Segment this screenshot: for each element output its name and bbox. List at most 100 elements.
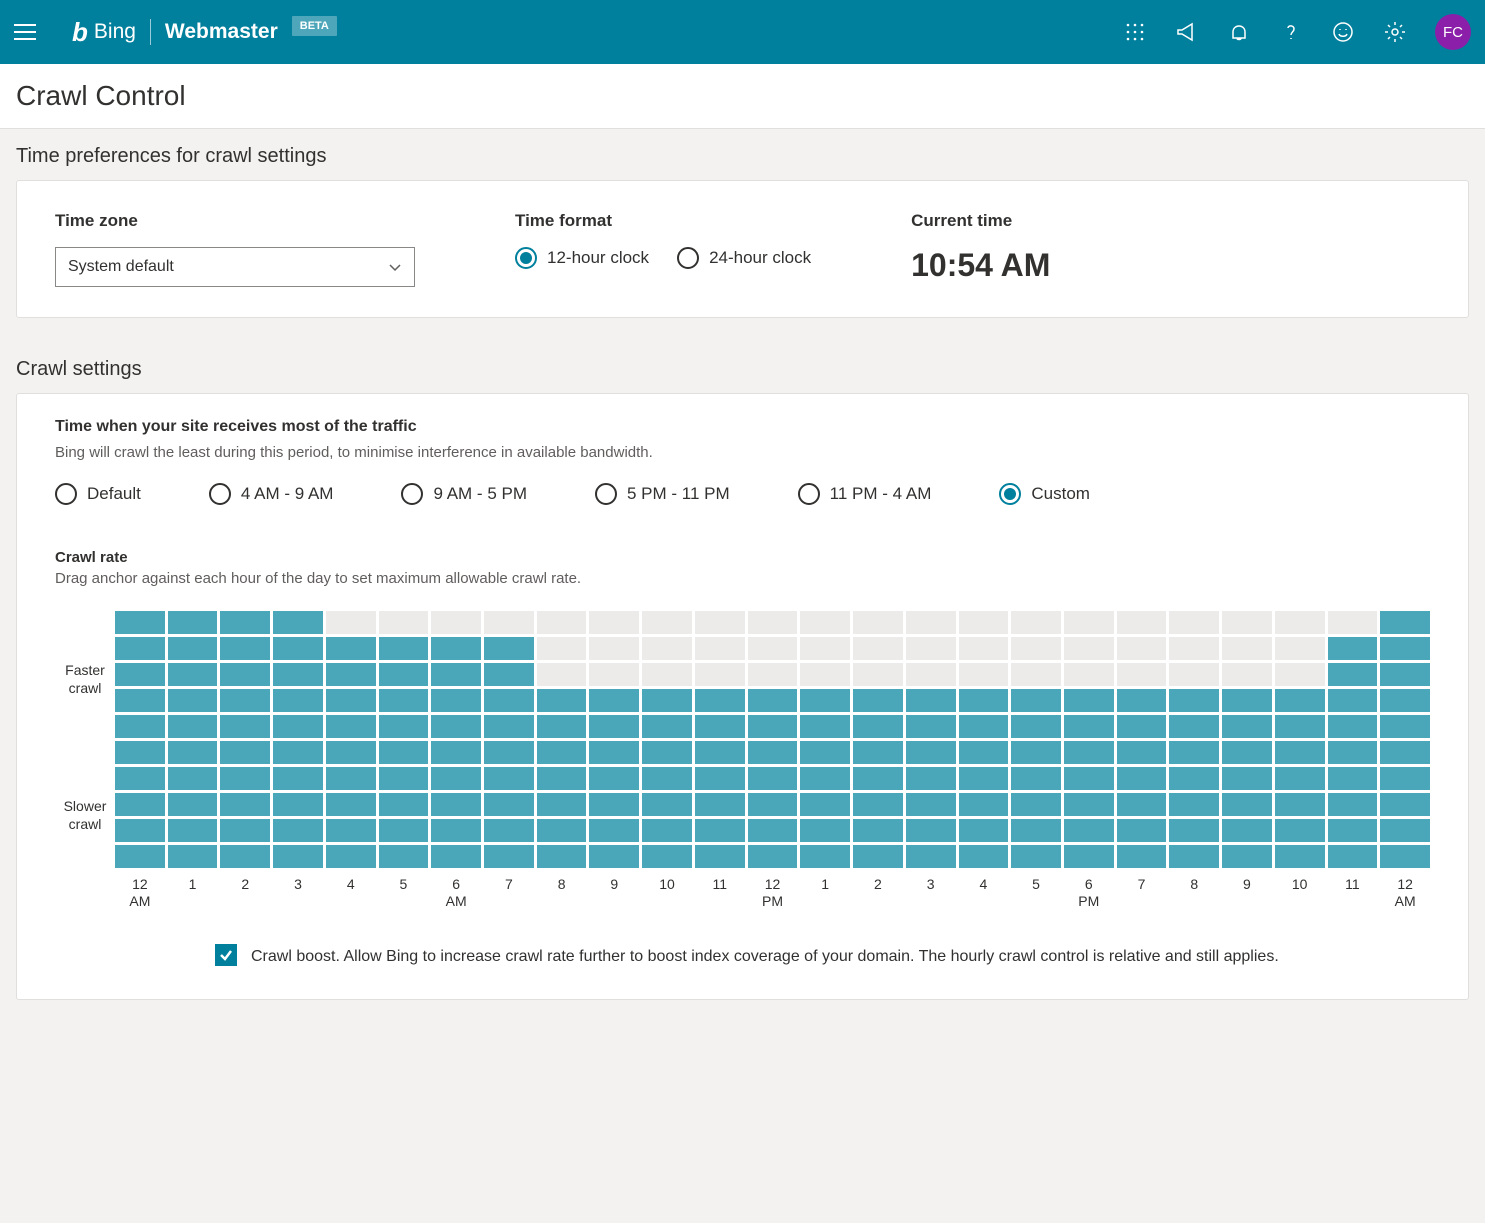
grid-cell[interactable] <box>220 819 270 842</box>
grid-cell[interactable] <box>115 689 165 712</box>
grid-cell[interactable] <box>220 793 270 816</box>
grid-cell[interactable] <box>642 741 692 764</box>
grid-cell[interactable] <box>326 611 376 634</box>
grid-cell[interactable] <box>695 741 745 764</box>
grid-cell[interactable] <box>695 845 745 868</box>
grid-cell[interactable] <box>537 767 587 790</box>
grid-cell[interactable] <box>537 793 587 816</box>
grid-cell[interactable] <box>1169 715 1219 738</box>
grid-cell[interactable] <box>853 637 903 660</box>
grid-cell[interactable] <box>748 689 798 712</box>
grid-cell[interactable] <box>800 793 850 816</box>
apps-grid-icon[interactable] <box>1123 20 1147 44</box>
grid-cell[interactable] <box>748 611 798 634</box>
grid-cell[interactable] <box>326 819 376 842</box>
grid-cell[interactable] <box>168 819 218 842</box>
grid-cell[interactable] <box>115 767 165 790</box>
traffic-radio-0[interactable]: Default <box>55 483 141 505</box>
grid-cell[interactable] <box>959 663 1009 686</box>
grid-cell[interactable] <box>748 663 798 686</box>
grid-cell[interactable] <box>1064 845 1114 868</box>
grid-cell[interactable] <box>906 819 956 842</box>
grid-cell[interactable] <box>642 689 692 712</box>
bing-logo[interactable]: b Bing <box>72 17 136 48</box>
grid-cell[interactable] <box>1380 741 1430 764</box>
radio-24hour[interactable]: 24-hour clock <box>677 247 811 269</box>
traffic-radio-5[interactable]: Custom <box>999 483 1090 505</box>
grid-cell[interactable] <box>1011 663 1061 686</box>
grid-cell[interactable] <box>1169 689 1219 712</box>
grid-cell[interactable] <box>484 845 534 868</box>
grid-cell[interactable] <box>484 663 534 686</box>
grid-cell[interactable] <box>537 741 587 764</box>
grid-cell[interactable] <box>906 741 956 764</box>
grid-cell[interactable] <box>695 689 745 712</box>
grid-cell[interactable] <box>853 767 903 790</box>
grid-cell[interactable] <box>115 715 165 738</box>
grid-cell[interactable] <box>695 793 745 816</box>
grid-cell[interactable] <box>431 819 481 842</box>
grid-cell[interactable] <box>800 611 850 634</box>
grid-cell[interactable] <box>1117 741 1167 764</box>
smile-feedback-icon[interactable] <box>1331 20 1355 44</box>
grid-cell[interactable] <box>273 767 323 790</box>
grid-cell[interactable] <box>853 793 903 816</box>
grid-cell[interactable] <box>1275 741 1325 764</box>
grid-cell[interactable] <box>959 715 1009 738</box>
grid-cell[interactable] <box>589 611 639 634</box>
grid-cell[interactable] <box>1328 637 1378 660</box>
grid-cell[interactable] <box>853 715 903 738</box>
grid-cell[interactable] <box>906 663 956 686</box>
grid-cell[interactable] <box>326 845 376 868</box>
grid-cell[interactable] <box>1011 611 1061 634</box>
grid-cell[interactable] <box>273 741 323 764</box>
grid-cell[interactable] <box>379 611 429 634</box>
grid-cell[interactable] <box>1222 845 1272 868</box>
grid-cell[interactable] <box>1222 689 1272 712</box>
grid-cell[interactable] <box>1064 715 1114 738</box>
grid-cell[interactable] <box>1380 689 1430 712</box>
grid-cell[interactable] <box>115 845 165 868</box>
grid-cell[interactable] <box>484 689 534 712</box>
traffic-radio-2[interactable]: 9 AM - 5 PM <box>401 483 527 505</box>
grid-cell[interactable] <box>484 767 534 790</box>
grid-cell[interactable] <box>589 637 639 660</box>
grid-cell[interactable] <box>431 845 481 868</box>
grid-cell[interactable] <box>168 845 218 868</box>
grid-cell[interactable] <box>1380 793 1430 816</box>
settings-gear-icon[interactable] <box>1383 20 1407 44</box>
grid-cell[interactable] <box>1328 663 1378 686</box>
grid-cell[interactable] <box>642 611 692 634</box>
grid-cell[interactable] <box>220 637 270 660</box>
grid-cell[interactable] <box>800 689 850 712</box>
grid-cell[interactable] <box>115 611 165 634</box>
grid-cell[interactable] <box>168 611 218 634</box>
grid-cell[interactable] <box>1275 715 1325 738</box>
grid-cell[interactable] <box>379 663 429 686</box>
grid-cell[interactable] <box>379 741 429 764</box>
grid-cell[interactable] <box>853 663 903 686</box>
grid-cell[interactable] <box>220 767 270 790</box>
grid-cell[interactable] <box>642 793 692 816</box>
grid-cell[interactable] <box>1222 663 1272 686</box>
grid-cell[interactable] <box>642 767 692 790</box>
grid-cell[interactable] <box>589 689 639 712</box>
grid-cell[interactable] <box>642 637 692 660</box>
grid-cell[interactable] <box>1117 663 1167 686</box>
grid-cell[interactable] <box>326 663 376 686</box>
grid-cell[interactable] <box>853 611 903 634</box>
grid-cell[interactable] <box>853 819 903 842</box>
grid-cell[interactable] <box>1011 741 1061 764</box>
grid-cell[interactable] <box>1328 741 1378 764</box>
grid-cell[interactable] <box>1275 663 1325 686</box>
grid-cell[interactable] <box>1380 637 1430 660</box>
grid-cell[interactable] <box>273 637 323 660</box>
grid-cell[interactable] <box>484 741 534 764</box>
grid-cell[interactable] <box>115 793 165 816</box>
grid-cell[interactable] <box>168 715 218 738</box>
grid-cell[interactable] <box>484 715 534 738</box>
grid-cell[interactable] <box>1222 767 1272 790</box>
grid-cell[interactable] <box>220 715 270 738</box>
grid-cell[interactable] <box>906 689 956 712</box>
grid-cell[interactable] <box>1328 793 1378 816</box>
